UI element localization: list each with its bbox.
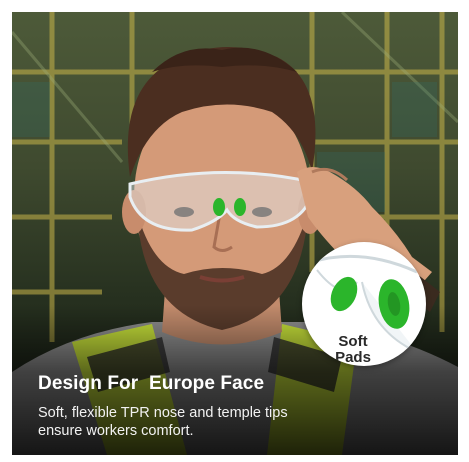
- badge-line-1: Soft: [338, 333, 368, 350]
- headline: Design For Europe Face: [38, 373, 265, 394]
- product-photo: Soft Pads Design For Europe Face Soft, f…: [12, 12, 458, 455]
- caption: Design For Europe Face Soft, flexible TP…: [38, 372, 438, 440]
- subtext-line-1: Soft, flexible TPR nose and temple tips: [38, 405, 288, 421]
- subtext-line-2: ensure workers comfort.: [38, 423, 194, 439]
- soft-pads-badge: Soft Pads: [302, 242, 426, 366]
- soft-pads-label: Soft Pads: [330, 334, 376, 366]
- badge-line-2: Pads: [335, 349, 371, 366]
- subtext: Soft, flexible TPR nose and temple tips …: [38, 404, 438, 440]
